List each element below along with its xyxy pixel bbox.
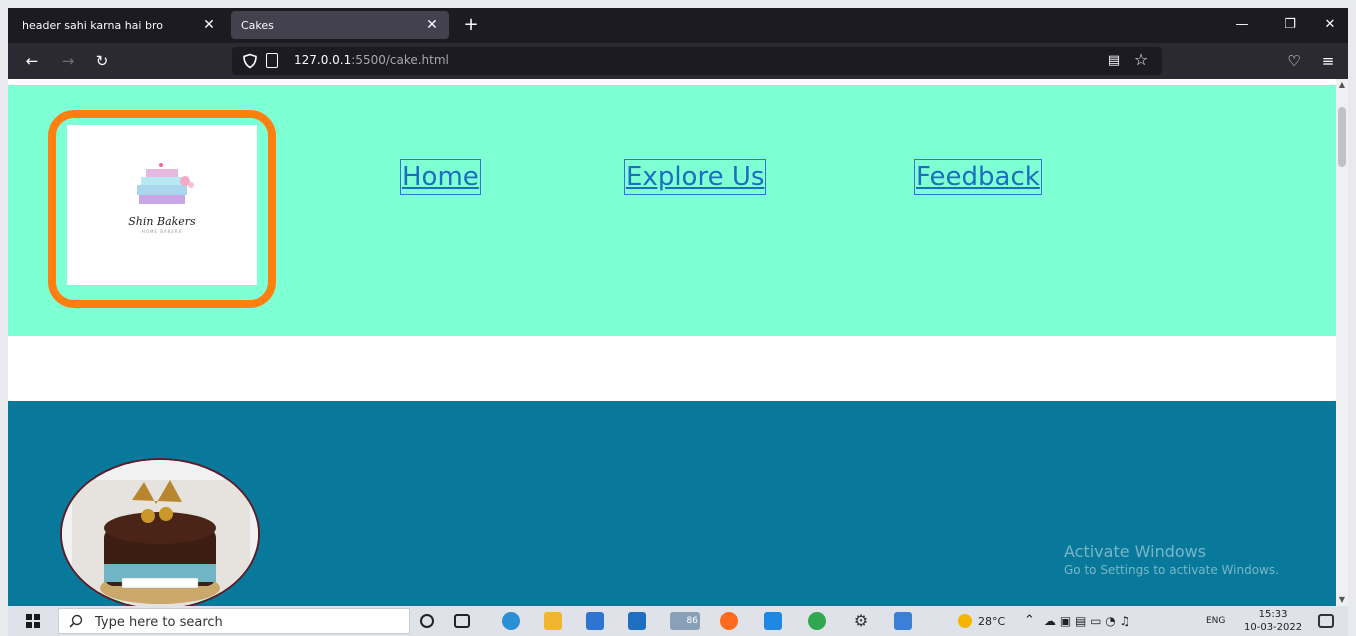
word-icon[interactable] — [894, 612, 912, 630]
clock-time: 15:33 — [1258, 609, 1288, 620]
mail-icon[interactable] — [628, 612, 646, 630]
search-placeholder: Type here to search — [95, 615, 223, 630]
navigation-toolbar: ← → ↻ 127.0.0.1:5500/cake.html ▤ ☆ ♡ ≡ — [8, 43, 1348, 79]
reader-view-icon[interactable]: ▤ — [1106, 53, 1122, 69]
taskbar: Type here to search 86 ⚙ 28°C ⌃ ☁ ▣ ▤ ▭ … — [8, 606, 1348, 636]
tray-chevron-icon[interactable]: ⌃ — [1024, 613, 1035, 628]
logo-text: Shin Bakers — [128, 215, 196, 228]
content-band: Activate Windows Go to Settings to activ… — [8, 401, 1336, 606]
url-bar[interactable]: 127.0.0.1:5500/cake.html ▤ ☆ — [232, 47, 1162, 75]
restore-button[interactable]: ❐ — [1272, 13, 1308, 37]
vscode-icon[interactable] — [764, 612, 782, 630]
tab-title: Cakes — [241, 18, 274, 32]
reload-icon[interactable]: ↻ — [90, 49, 114, 73]
tab-header[interactable]: header sahi karna hai bro ✕ — [12, 11, 226, 39]
close-icon[interactable]: ✕ — [425, 17, 439, 33]
cake-logo-icon — [137, 163, 194, 204]
cortana-icon[interactable] — [420, 614, 434, 628]
language-indicator[interactable]: ENG — [1206, 616, 1225, 626]
close-icon[interactable]: ✕ — [202, 17, 216, 33]
nav-link-explore[interactable]: Explore Us — [624, 159, 767, 195]
firefox-icon[interactable] — [720, 612, 738, 630]
windows-start-icon[interactable] — [26, 614, 40, 628]
cake-picture-icon — [62, 460, 258, 606]
logo-frame[interactable]: Shin Bakers HOME BAKERS — [48, 110, 276, 308]
page-viewport: Shin Bakers HOME BAKERS Home Explore Us … — [8, 79, 1348, 606]
shield-icon — [243, 53, 257, 69]
new-tab-button[interactable]: + — [460, 14, 482, 36]
logo: Shin Bakers HOME BAKERS — [67, 125, 257, 285]
page-icon — [266, 53, 278, 68]
site-header: Shin Bakers HOME BAKERS Home Explore Us … — [8, 85, 1336, 336]
url-text[interactable]: 127.0.0.1:5500/cake.html — [294, 53, 449, 67]
chrome-icon[interactable] — [808, 612, 826, 630]
forward-arrow-icon[interactable]: → — [56, 49, 80, 73]
windows-activation-watermark: Activate Windows Go to Settings to activ… — [1064, 542, 1279, 577]
store-icon[interactable] — [586, 612, 604, 630]
window-close-button[interactable]: ✕ — [1312, 13, 1348, 37]
cake-image[interactable] — [60, 458, 260, 606]
app-badge-icon[interactable]: 86 — [670, 612, 700, 630]
bookmark-star-icon[interactable]: ☆ — [1132, 51, 1150, 69]
pocket-icon[interactable]: ♡ — [1282, 49, 1306, 73]
settings-gear-icon[interactable]: ⚙ — [852, 612, 870, 630]
back-arrow-icon[interactable]: ← — [20, 49, 44, 73]
edge-icon[interactable] — [502, 612, 520, 630]
scroll-up-icon[interactable]: ▲ — [1336, 79, 1348, 91]
weather-temperature[interactable]: 28°C — [978, 615, 1005, 628]
notification-icon[interactable] — [1318, 614, 1334, 628]
screen: header sahi karna hai bro ✕ Cakes ✕ + — … — [0, 0, 1356, 636]
tab-title: header sahi karna hai bro — [22, 18, 163, 32]
task-view-icon[interactable] — [454, 614, 470, 628]
weather-icon — [958, 614, 972, 628]
tab-cakes[interactable]: Cakes ✕ — [231, 11, 449, 39]
clock-date: 10-03-2022 — [1244, 622, 1303, 633]
tab-bar: header sahi karna hai bro ✕ Cakes ✕ + — … — [8, 8, 1348, 43]
menu-icon[interactable]: ≡ — [1316, 49, 1340, 73]
browser-window: header sahi karna hai bro ✕ Cakes ✕ + — … — [8, 8, 1348, 606]
search-icon — [69, 614, 83, 628]
scroll-down-icon[interactable]: ▼ — [1336, 594, 1348, 606]
scroll-thumb[interactable] — [1338, 107, 1346, 167]
minimize-button[interactable]: — — [1224, 13, 1260, 37]
tray-icons[interactable]: ☁ ▣ ▤ ▭ ◔ ♫ — [1044, 614, 1130, 628]
clock[interactable]: 15:33 10-03-2022 — [1244, 608, 1302, 634]
file-explorer-icon[interactable] — [544, 612, 562, 630]
nav-link-home[interactable]: Home — [400, 159, 481, 195]
nav-link-feedback[interactable]: Feedback — [914, 159, 1042, 195]
scrollbar[interactable]: ▲ ▼ — [1336, 79, 1348, 606]
taskbar-search[interactable]: Type here to search — [58, 608, 410, 634]
logo-subtitle: HOME BAKERS — [141, 229, 183, 234]
